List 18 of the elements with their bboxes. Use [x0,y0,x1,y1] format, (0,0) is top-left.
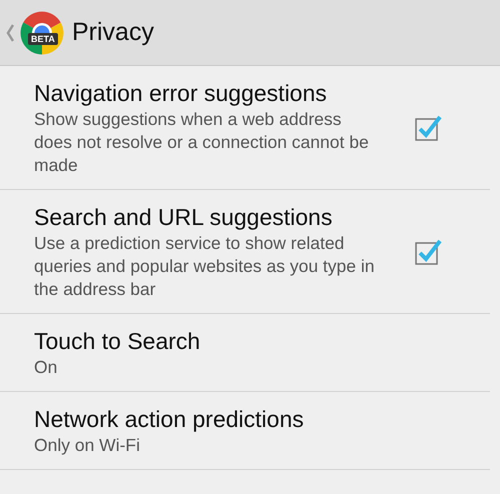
back-chevron-icon[interactable] [6,24,14,42]
setting-summary: Use a prediction service to show related queries and popular websites as you type in the address bar [34,232,376,301]
setting-title: Touch to Search [34,327,202,356]
setting-title: Navigation error suggestions [34,79,328,108]
setting-row[interactable]: Touch to Search On [0,314,490,392]
setting-summary: Show suggestions when a web address does not resolve or a connection cannot be made [34,108,370,177]
browser-logo[interactable]: BETA [20,10,64,54]
setting-row[interactable]: Search and URL suggestions Use a prediction service to show related queries and popular websites as you type in the address bar [0,190,490,314]
checkbox[interactable] [414,114,442,142]
setting-title: Search and URL suggestions [34,203,334,232]
screen-title: Privacy [72,18,154,47]
setting-summary: Only on Wi-Fi [34,434,141,457]
checkbox[interactable] [414,238,442,266]
beta-badge: BETA [28,32,58,44]
setting-row[interactable]: Navigation error suggestions Show suggestions when a web address does not resolve or a connection cannot be made [0,66,490,190]
setting-title: Network action predictions [34,405,305,434]
setting-summary: On [34,356,58,379]
setting-row[interactable]: Network action predictions Only on Wi-Fi [0,392,490,470]
